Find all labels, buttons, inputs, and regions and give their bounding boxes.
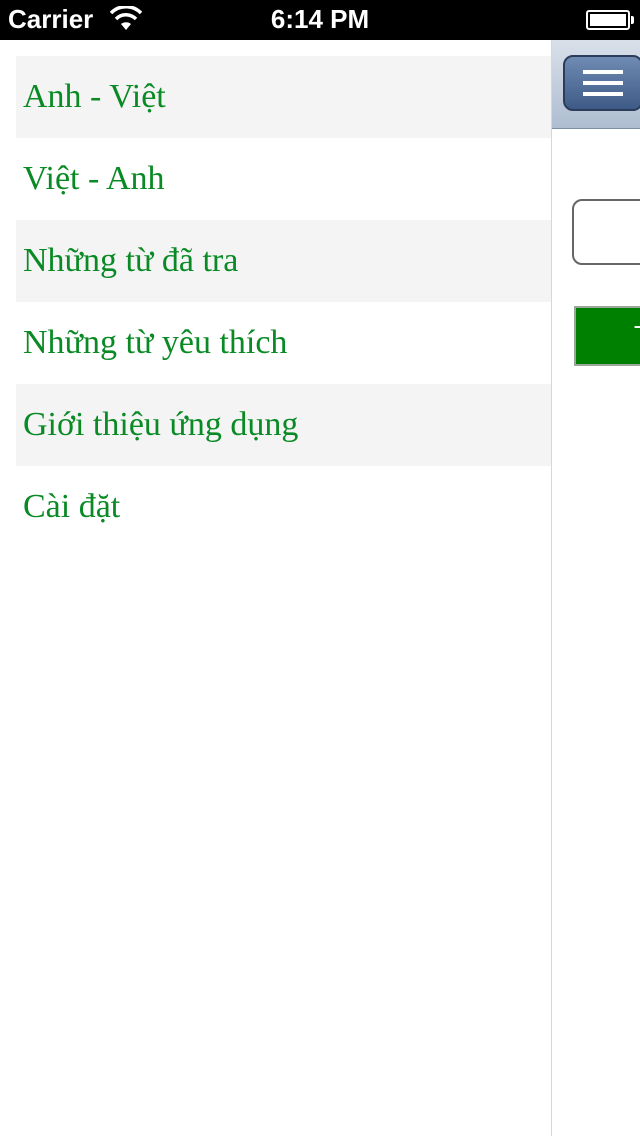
status-time: 6:14 PM [270,4,370,34]
menu-item-label: Những từ yêu thích [23,324,288,361]
nav-bar [552,40,640,129]
side-menu: Anh - Việt Việt - Anh Những từ đã tra Nh… [16,56,551,1136]
status-bar: Carrier 6:14 PM [0,0,640,40]
menu-item-label: Giới thiệu ứng dụng [23,406,299,443]
battery-icon [586,10,634,30]
menu-item-label: Việt - Anh [23,160,165,197]
menu-item-history[interactable]: Những từ đã tra [16,220,551,302]
menu-item-about[interactable]: Giới thiệu ứng dụng [16,384,551,466]
menu-item-viet-anh[interactable]: Việt - Anh [16,138,551,220]
search-button-label: T [634,320,640,350]
search-input[interactable] [572,199,640,265]
app-window: Anh - Việt Việt - Anh Những từ đã tra Nh… [0,40,640,1136]
main-panel: T [552,40,640,1136]
menu-item-label: Anh - Việt [23,78,166,115]
menu-toggle-button[interactable] [563,55,640,111]
search-button[interactable]: T [574,306,640,366]
menu-item-label: Những từ đã tra [23,242,239,279]
hamburger-icon [583,70,623,74]
menu-item-settings[interactable]: Cài đặt [16,466,551,548]
menu-item-favorites[interactable]: Những từ yêu thích [16,302,551,384]
menu-item-anh-viet[interactable]: Anh - Việt [16,56,551,138]
menu-item-label: Cài đặt [23,488,121,525]
